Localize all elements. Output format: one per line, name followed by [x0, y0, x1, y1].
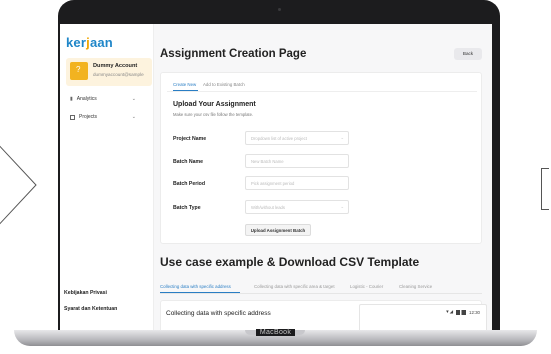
laptop-base — [14, 330, 537, 346]
sidebar: kerjaan Dummy Account dummyaccount@sampl… — [60, 24, 154, 332]
tab-add-existing-batch[interactable]: Add to Existing Batch — [203, 82, 245, 87]
page: kerjaan Dummy Account dummyaccount@sampl… — [0, 0, 551, 354]
tab-specific-address[interactable]: Collecting data with specific address — [160, 284, 231, 289]
chevron-down-icon: ⌄ — [340, 135, 344, 140]
account-email: dummyaccount@sample — [93, 72, 144, 77]
batch-period-input[interactable]: Pick assignment period — [245, 176, 349, 190]
batch-name-label: Batch Name — [173, 159, 203, 165]
phone-time: 12:30 — [469, 309, 480, 315]
tab-create-new[interactable]: Create New — [173, 82, 196, 87]
signal-icon: ▼◢ — [445, 309, 453, 314]
battery-icon — [456, 309, 466, 315]
chevron-down-icon: ⌄ — [340, 204, 344, 209]
footer-link-privacy[interactable]: Kebijakan Privasi — [64, 290, 107, 296]
chevron-down-icon: ⌄ — [131, 96, 136, 102]
upload-title: Upload Your Assignment — [173, 101, 256, 108]
logo[interactable]: kerjaan — [66, 35, 113, 50]
main-content: Assignment Creation Page Back Create New… — [154, 24, 492, 332]
page-title: Assignment Creation Page — [160, 48, 307, 60]
tab-cleaning-service[interactable]: Cleaning Service — [399, 284, 432, 289]
use-case-subtitle: Collecting data with specific address — [166, 310, 271, 317]
camera-icon — [278, 8, 281, 11]
active-tab-indicator — [173, 90, 198, 91]
chevron-down-icon: ⌄ — [131, 114, 136, 120]
tab-logistic-courier[interactable]: Logistic - Courier — [350, 284, 383, 289]
batch-period-label: Batch Period — [173, 181, 205, 187]
document-icon — [70, 114, 75, 120]
sidebar-item-projects[interactable]: Projects ⌄ — [70, 114, 136, 120]
account-name: Dummy Account — [93, 63, 138, 69]
phone-status-bar: ▼◢ 12:30 — [445, 309, 480, 315]
batch-type-label: Batch Type — [173, 205, 201, 211]
sidebar-item-label: Projects — [79, 114, 98, 120]
tab-divider — [167, 91, 477, 92]
use-case-title: Use case example & Download CSV Template — [160, 255, 420, 269]
phone-preview: ▼◢ 12:30 — [359, 304, 487, 332]
batch-name-input[interactable]: New Batch Name — [245, 154, 349, 168]
carousel-prev-icon[interactable] — [0, 140, 38, 230]
active-case-tab-indicator — [160, 292, 240, 293]
laptop-screen: kerjaan Dummy Account dummyaccount@sampl… — [60, 24, 492, 332]
upload-card: Create New Add to Existing Batch Upload … — [160, 72, 482, 244]
project-name-label: Project Name — [173, 136, 207, 142]
footer-link-terms[interactable]: Syarat dan Ketentuan — [64, 306, 117, 312]
laptop-notch — [245, 330, 305, 335]
avatar — [70, 62, 88, 80]
carousel-next-icon[interactable] — [541, 168, 549, 210]
tab-specific-area[interactable]: Collecting data with specific area & tar… — [254, 284, 335, 289]
sidebar-item-analytics[interactable]: ▮ Analytics ⌄ — [70, 96, 136, 102]
bar-chart-icon: ▮ — [70, 96, 73, 102]
upload-subtitle: Make sure your csv file follow the templ… — [173, 112, 254, 117]
batch-type-select[interactable]: With/without leads ⌄ — [245, 200, 349, 214]
upload-assignment-batch-button[interactable]: Upload Assignment Batch — [245, 224, 311, 236]
sidebar-item-label: Analytics — [76, 96, 97, 102]
project-name-select[interactable]: Dropdown list of active project ⌄ — [245, 131, 349, 145]
back-button[interactable]: Back — [454, 48, 482, 60]
